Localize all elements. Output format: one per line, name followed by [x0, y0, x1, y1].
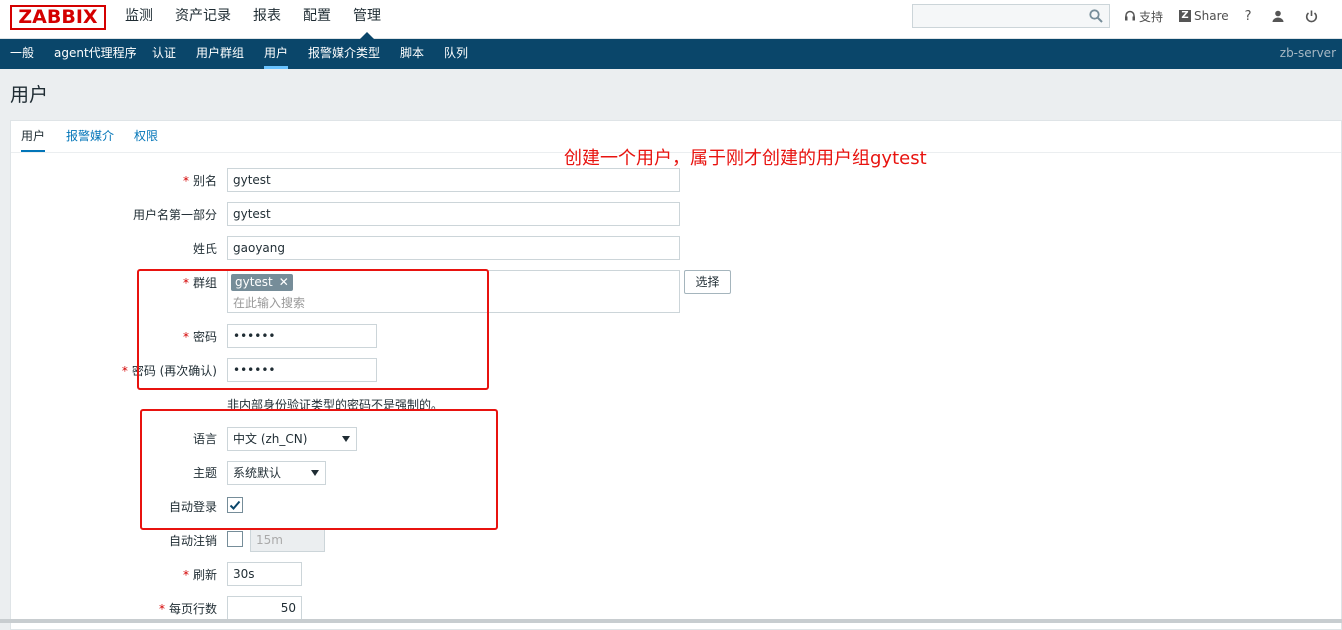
zabbix-share-icon: Z [1179, 10, 1192, 22]
tab-permissions[interactable]: 权限 [134, 121, 158, 152]
language-value: 中文 (zh_CN) [233, 432, 308, 446]
top-bar: ZABBIX 监测 资产记录 报表 配置 管理 支持 Z Share ? [0, 0, 1342, 39]
groups-search-placeholder[interactable]: 在此输入搜索 [233, 294, 305, 311]
top-tools: 支持 Z Share ? [1124, 0, 1337, 32]
required-mark: * [158, 602, 165, 616]
user-icon [1272, 10, 1284, 22]
required-mark: * [182, 174, 189, 188]
surname-input[interactable]: gaoyang [227, 236, 680, 260]
theme-value: 系统默认 [233, 466, 282, 480]
required-mark: * [182, 276, 189, 290]
groups-multiselect[interactable]: gytest ✕ 在此输入搜索 [227, 270, 680, 313]
profile-link[interactable] [1272, 10, 1287, 22]
main-nav: 监测 资产记录 报表 配置 管理 [114, 0, 392, 39]
surname-label: 姓氏 [192, 242, 217, 256]
nav-inventory[interactable]: 资产记录 [164, 0, 242, 39]
subnav-scripts[interactable]: 脚本 [400, 39, 424, 69]
groups-label-text: 群组 [192, 276, 217, 290]
help-link[interactable]: ? [1245, 9, 1252, 24]
sub-nav: 一般 agent代理程序 认证 用户群组 用户 报警媒介类型 脚本 队列 zb-… [0, 39, 1342, 69]
alias-input[interactable]: gytest [227, 168, 680, 192]
rows-per-page-input[interactable]: 50 [227, 596, 302, 620]
share-link[interactable]: Z Share [1179, 9, 1229, 23]
subnav-users[interactable]: 用户 [264, 39, 289, 69]
headset-icon [1125, 10, 1135, 21]
subnav-media-types[interactable]: 报警媒介类型 [308, 39, 380, 69]
refresh-label: * 刷新 [17, 566, 217, 583]
required-mark: * [121, 364, 128, 378]
search-box [912, 4, 1110, 28]
password-label: * 密码 [17, 328, 217, 345]
bottom-strip [0, 619, 1342, 623]
password-input[interactable]: •••••• [227, 324, 377, 348]
power-icon [1305, 10, 1317, 22]
password-hint: 非内部身份验证类型的密码不是强制的。 [227, 398, 444, 412]
subnav-user-groups[interactable]: 用户群组 [196, 39, 244, 69]
password-confirm-label: * 密码 (再次确认) [17, 362, 217, 379]
autologin-checkbox[interactable] [227, 497, 243, 513]
required-mark: * [182, 330, 189, 344]
remove-chip-icon[interactable]: ✕ [279, 274, 289, 291]
theme-label: 主题 [192, 466, 217, 480]
nav-administration[interactable]: 管理 [342, 0, 392, 39]
rows-per-page-label: * 每页行数 [17, 600, 217, 617]
subnav-general[interactable]: 一般 [10, 39, 34, 69]
name-input[interactable]: gytest [227, 202, 680, 226]
required-mark: * [182, 568, 189, 582]
dropdown-arrow-icon [311, 470, 319, 476]
group-chip: gytest ✕ [231, 274, 293, 291]
autologout-label: 自动注销 [168, 534, 217, 548]
language-label: 语言 [192, 432, 217, 446]
name-label: 用户名第一部分 [132, 208, 217, 222]
password-confirm-input[interactable]: •••••• [227, 358, 377, 382]
annotation-text: 创建一个用户，属于刚才创建的用户组gytest [564, 148, 927, 169]
tab-user[interactable]: 用户 [21, 121, 46, 152]
dropdown-arrow-icon [342, 436, 350, 442]
nav-configuration[interactable]: 配置 [292, 0, 342, 39]
select-groups-button[interactable]: 选择 [684, 270, 731, 294]
autologout-input: 15m [250, 528, 325, 552]
logout-link[interactable] [1305, 10, 1321, 23]
password-label-text: 密码 [192, 330, 217, 344]
search-icon[interactable] [1089, 9, 1103, 23]
rows-per-page-label-text: 每页行数 [168, 602, 217, 616]
password-confirm-label-text: 密码 (再次确认) [131, 364, 217, 378]
server-name: zb-server [1279, 46, 1336, 60]
tab-media[interactable]: 报警媒介 [66, 121, 114, 152]
subnav-proxies[interactable]: agent代理程序 [54, 39, 137, 69]
refresh-input[interactable]: 30s [227, 562, 302, 586]
autologout-checkbox[interactable] [227, 531, 243, 547]
theme-select[interactable]: 系统默认 [227, 461, 326, 485]
alias-label: * 别名 [17, 172, 217, 189]
subnav-authentication[interactable]: 认证 [152, 39, 176, 69]
share-label: Share [1194, 9, 1229, 23]
subnav-queue[interactable]: 队列 [444, 39, 468, 69]
nav-reports[interactable]: 报表 [242, 0, 292, 39]
refresh-label-text: 刷新 [192, 568, 217, 582]
search-input[interactable] [913, 5, 1083, 27]
help-icon: ? [1244, 8, 1252, 24]
alias-label-text: 别名 [192, 174, 217, 188]
nav-monitoring[interactable]: 监测 [114, 0, 164, 39]
group-chip-label: gytest [235, 275, 273, 289]
autologin-label: 自动登录 [168, 500, 217, 514]
language-select[interactable]: 中文 (zh_CN) [227, 427, 357, 451]
zabbix-logo[interactable]: ZABBIX [10, 5, 106, 30]
page-title: 用户 [10, 84, 49, 106]
support-link[interactable]: 支持 [1124, 8, 1163, 25]
groups-label: * 群组 [17, 274, 217, 291]
support-label: 支持 [1139, 9, 1164, 24]
checkmark-icon [229, 500, 241, 510]
